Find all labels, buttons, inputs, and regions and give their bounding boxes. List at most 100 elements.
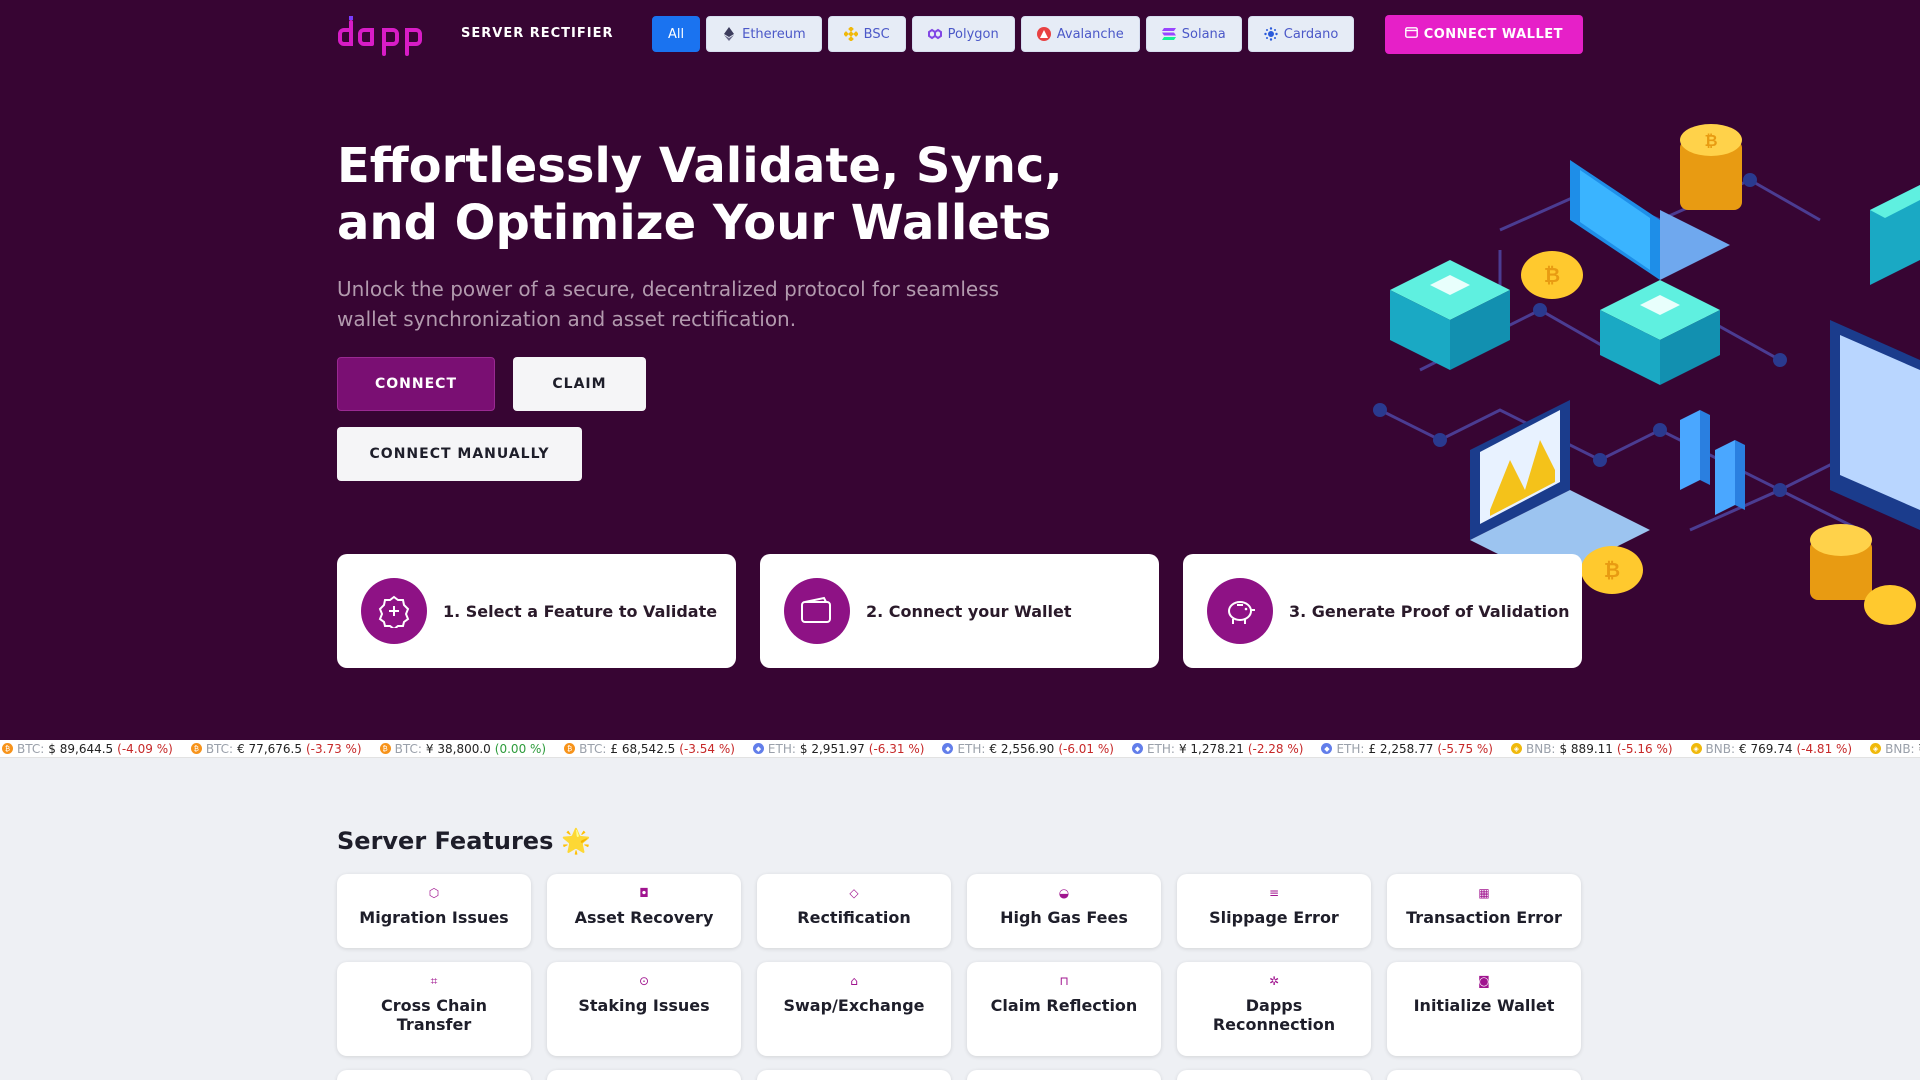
step-label: 3. Generate Proof of Validation: [1289, 601, 1570, 621]
feature-card[interactable]: ✲ Dapps Reconnection: [1177, 962, 1371, 1056]
feature-card[interactable]: ◙ Initialize Wallet: [1387, 962, 1581, 1056]
chain-tab-label: Cardano: [1283, 26, 1339, 42]
step-label: 2. Connect your Wallet: [866, 601, 1072, 621]
feature-card[interactable]: [337, 1070, 531, 1080]
connect-wallet-label: CONNECT WALLET: [1423, 27, 1563, 42]
gauge-icon: ◒: [1058, 886, 1070, 900]
chain-tab-solana[interactable]: Solana: [1145, 16, 1242, 52]
chain-tab-all[interactable]: All: [652, 16, 701, 52]
cube-icon: ⬡: [428, 886, 440, 900]
ticker-price: € 2,556.90: [989, 741, 1055, 756]
steps-row: 1. Select a Feature to Validate 2. Conne…: [337, 554, 1582, 668]
cardano-icon: [1264, 27, 1278, 41]
ticker-symbol: ETH:: [767, 741, 796, 756]
ticker-symbol: BTC:: [17, 741, 45, 756]
ticker-symbol: ETH:: [1146, 741, 1175, 756]
gear-icon: ✲: [1268, 974, 1280, 988]
ticker-change: (-5.16 %): [1616, 741, 1673, 756]
connect-manually-button[interactable]: CONNECT MANUALLY: [337, 427, 582, 481]
feature-label: Dapps Reconnection: [1212, 996, 1336, 1034]
ticker-price: ¥ 38,800.0: [425, 741, 491, 756]
feature-label: Claim Reflection: [990, 996, 1138, 1015]
step-label: 1. Select a Feature to Validate: [443, 601, 718, 621]
ticker-item: ◆ ETH: $ 2,951.97 (-6.31 %): [751, 741, 925, 756]
svg-text:₿: ₿: [1544, 263, 1560, 287]
ticker-symbol: ETH:: [1336, 741, 1365, 756]
brand-name: SERVER RECTIFIER: [461, 26, 614, 41]
bnb-icon: ◈: [1870, 743, 1882, 754]
feature-label: High Gas Fees: [1000, 908, 1128, 927]
feature-card[interactable]: ⌗ Cross Chain Transfer: [337, 962, 531, 1056]
wallet-icon: [1404, 27, 1418, 42]
feature-card[interactable]: [1387, 1070, 1581, 1080]
ticker-change: (-6.01 %): [1058, 741, 1114, 756]
eraser-icon: ◇: [849, 886, 859, 900]
step-card-generate-proof[interactable]: 3. Generate Proof of Validation: [1183, 554, 1582, 668]
feature-card[interactable]: ⬡ Migration Issues: [337, 874, 531, 948]
connect-wallet-button[interactable]: CONNECT WALLET: [1384, 15, 1583, 54]
feature-label: Slippage Error: [1209, 908, 1339, 927]
feature-label: Asset Recovery: [574, 908, 714, 927]
ticker-price: $ 889.11: [1559, 741, 1613, 756]
feature-card[interactable]: ≡ Slippage Error: [1177, 874, 1371, 948]
sparkle-icon: 🌟: [561, 827, 592, 855]
feature-card[interactable]: [967, 1070, 1161, 1080]
feature-label: Migration Issues: [359, 908, 509, 927]
feature-card[interactable]: ◇ Rectification: [757, 874, 951, 948]
chain-tab-avalanche[interactable]: Avalanche: [1020, 16, 1140, 52]
btc-icon: ₿: [2, 743, 13, 754]
ticker-symbol: BNB:: [1525, 741, 1556, 756]
ticker-item: ◈BNB:¥ 384.47(-1.14 %): [1868, 742, 1920, 756]
bsc-icon: [843, 27, 858, 41]
ticker-symbol: BTC:: [394, 741, 422, 756]
network-icon: ⌗: [430, 973, 438, 988]
hero-subtitle: Unlock the power of a secure, decentrali…: [337, 277, 1000, 331]
chain-tab-polygon[interactable]: Polygon: [911, 16, 1015, 52]
feature-card[interactable]: ⊙ Staking Issues: [547, 962, 741, 1056]
solana-icon: [1161, 27, 1176, 41]
chain-tab-bsc[interactable]: BSC: [827, 16, 906, 52]
dapp-logo[interactable]: [337, 14, 427, 56]
svg-text:₿: ₿: [1704, 131, 1717, 150]
feature-card[interactable]: [757, 1070, 951, 1080]
ticker-change: (-6.31 %): [868, 741, 925, 756]
feature-card[interactable]: ⌂ Swap/Exchange: [757, 962, 951, 1056]
ticker-price: € 769.74: [1739, 741, 1793, 756]
eth-icon: ◆: [1321, 743, 1333, 754]
wallet-icon: [784, 578, 850, 644]
claim-button[interactable]: CLAIM: [513, 357, 646, 411]
feature-card[interactable]: [547, 1070, 741, 1080]
ticker-price: ¥ 1,278.21: [1178, 741, 1244, 756]
eth-icon: ◆: [942, 743, 954, 754]
bank-icon: ⌂: [850, 974, 858, 988]
chain-tab-label: All: [668, 26, 685, 42]
ticker-price: £ 68,542.5: [610, 741, 676, 756]
ticker-item: ◆ ETH: € 2,556.90 (-6.01 %): [940, 742, 1114, 756]
avalanche-icon: [1036, 27, 1051, 41]
ticker-change: (-3.54 %): [679, 741, 735, 756]
hero-section: ₿ ₿ ₿ SERVER RECTIFIER All Ethereum BSC …: [0, 0, 1920, 740]
step-card-select-feature[interactable]: 1. Select a Feature to Validate: [337, 554, 736, 668]
ticker-item: ₿ BTC: $ 89,644.5 (-4.09 %): [0, 742, 173, 756]
chain-tab-cardano[interactable]: Cardano: [1247, 16, 1355, 52]
ticker-item: ◆ ETH: ¥ 1,278.21 (-2.28 %): [1130, 741, 1303, 756]
feature-card[interactable]: [1177, 1070, 1371, 1080]
feature-card[interactable]: ⊓ Claim Reflection: [967, 962, 1161, 1056]
feature-card[interactable]: ▦ Transaction Error: [1387, 874, 1581, 948]
eth-icon: ◆: [752, 743, 764, 754]
coins-icon: ⊙: [638, 974, 650, 988]
chain-tab-label: Avalanche: [1056, 26, 1124, 42]
ticker-change: (0.00 %): [494, 741, 547, 756]
connect-button[interactable]: CONNECT: [337, 357, 495, 411]
ticker-change: (-3.73 %): [305, 741, 362, 756]
btc-icon: ₿: [379, 743, 391, 754]
features-heading: Server Features 🌟: [337, 827, 591, 855]
hero-headline: Effortlessly Validate, Sync, and Optimiz…: [337, 138, 1063, 251]
chain-tab-ethereum[interactable]: Ethereum: [706, 16, 822, 52]
ticker-symbol: BNB:: [1705, 741, 1736, 756]
feature-card[interactable]: ◘ Asset Recovery: [547, 874, 741, 948]
chain-tab-label: Polygon: [947, 26, 999, 42]
eth-icon: ◆: [1131, 743, 1143, 754]
feature-card[interactable]: ◒ High Gas Fees: [967, 874, 1161, 948]
step-card-connect-wallet[interactable]: 2. Connect your Wallet: [760, 554, 1159, 668]
